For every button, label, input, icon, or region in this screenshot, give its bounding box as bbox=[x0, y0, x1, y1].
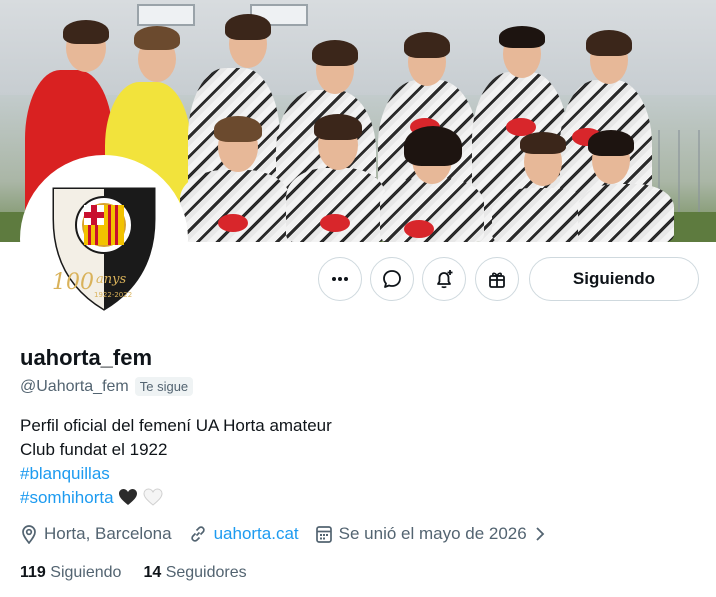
message-button[interactable] bbox=[370, 257, 414, 301]
bio-line: Perfil oficial del femení UA Horta amate… bbox=[20, 416, 332, 435]
website-link[interactable]: uahorta.cat bbox=[214, 524, 299, 544]
following-stat[interactable]: 119 Siguiendo bbox=[20, 564, 121, 582]
team-member-hair bbox=[586, 30, 632, 56]
team-member-hair bbox=[314, 114, 362, 140]
team-member-hair bbox=[312, 40, 358, 66]
followers-stat[interactable]: 14 Seguidores bbox=[143, 564, 246, 582]
white-heart-icon bbox=[143, 488, 163, 506]
location-text: Horta, Barcelona bbox=[44, 524, 172, 543]
followers-label: Seguidores bbox=[165, 564, 247, 581]
profile-stats: 119 Siguiendo 14 Seguidores bbox=[20, 564, 269, 582]
sponsor-logo bbox=[218, 214, 248, 232]
team-member bbox=[578, 184, 674, 242]
follows-you-badge: Te sigue bbox=[134, 377, 194, 396]
sponsor-logo bbox=[320, 214, 350, 232]
team-member-hair bbox=[214, 116, 262, 142]
team-member-hair bbox=[404, 32, 450, 58]
display-name: uahorta_fem bbox=[20, 345, 153, 370]
joined-item[interactable]: Se unió el mayo de 2026 bbox=[315, 524, 553, 544]
team-member-hair bbox=[404, 126, 462, 166]
black-heart-icon bbox=[119, 489, 138, 505]
handle-row: @Uahorta_fem Te sigue bbox=[20, 377, 194, 396]
bell-plus-icon bbox=[437, 270, 453, 289]
location-item: Horta, Barcelona bbox=[20, 524, 172, 544]
gift-icon bbox=[489, 272, 505, 288]
profile-avatar[interactable]: 100 anys 1922-2022 bbox=[20, 155, 188, 323]
followers-count: 14 bbox=[143, 564, 162, 581]
notifications-button[interactable] bbox=[422, 257, 466, 301]
more-button[interactable] bbox=[318, 257, 362, 301]
hashtag-link[interactable]: #somhihorta bbox=[20, 488, 114, 507]
gift-button[interactable] bbox=[475, 257, 519, 301]
message-icon bbox=[383, 270, 401, 288]
chevron-right-icon bbox=[536, 527, 545, 541]
user-handle: @Uahorta_fem bbox=[20, 377, 129, 395]
location-pin-icon bbox=[22, 525, 36, 544]
calendar-icon bbox=[315, 526, 332, 543]
more-icon bbox=[332, 277, 348, 281]
team-member-hair bbox=[520, 132, 566, 154]
website-item[interactable]: uahorta.cat bbox=[188, 524, 299, 544]
following-label: Siguiendo bbox=[50, 564, 122, 581]
profile-bio: Perfil oficial del femení UA Horta amate… bbox=[20, 414, 332, 510]
team-member-hair bbox=[499, 26, 545, 48]
link-icon bbox=[190, 526, 205, 542]
banner-window bbox=[137, 4, 195, 26]
hashtag-link[interactable]: #blanquillas bbox=[20, 464, 110, 483]
profile-meta: Horta, Barcelona uahorta.cat Se unió el … bbox=[20, 524, 569, 544]
joined-text: Se unió el mayo de 2026 bbox=[338, 524, 527, 543]
svg-text:100: 100 bbox=[52, 270, 94, 295]
following-button[interactable]: Siguiendo bbox=[529, 257, 699, 301]
club-crest-logo: 100 anys 1922-2022 bbox=[52, 187, 156, 311]
bio-line: Club fundat el 1922 bbox=[20, 440, 168, 459]
team-member-hair bbox=[63, 20, 109, 44]
team-member-hair bbox=[134, 26, 180, 50]
svg-text:anys: anys bbox=[96, 272, 126, 287]
team-member bbox=[492, 188, 592, 242]
sponsor-logo bbox=[404, 220, 434, 238]
svg-text:1922-2022: 1922-2022 bbox=[94, 291, 132, 299]
following-count: 119 bbox=[20, 564, 46, 581]
team-member-hair bbox=[588, 130, 634, 156]
team-member-hair bbox=[225, 14, 271, 40]
